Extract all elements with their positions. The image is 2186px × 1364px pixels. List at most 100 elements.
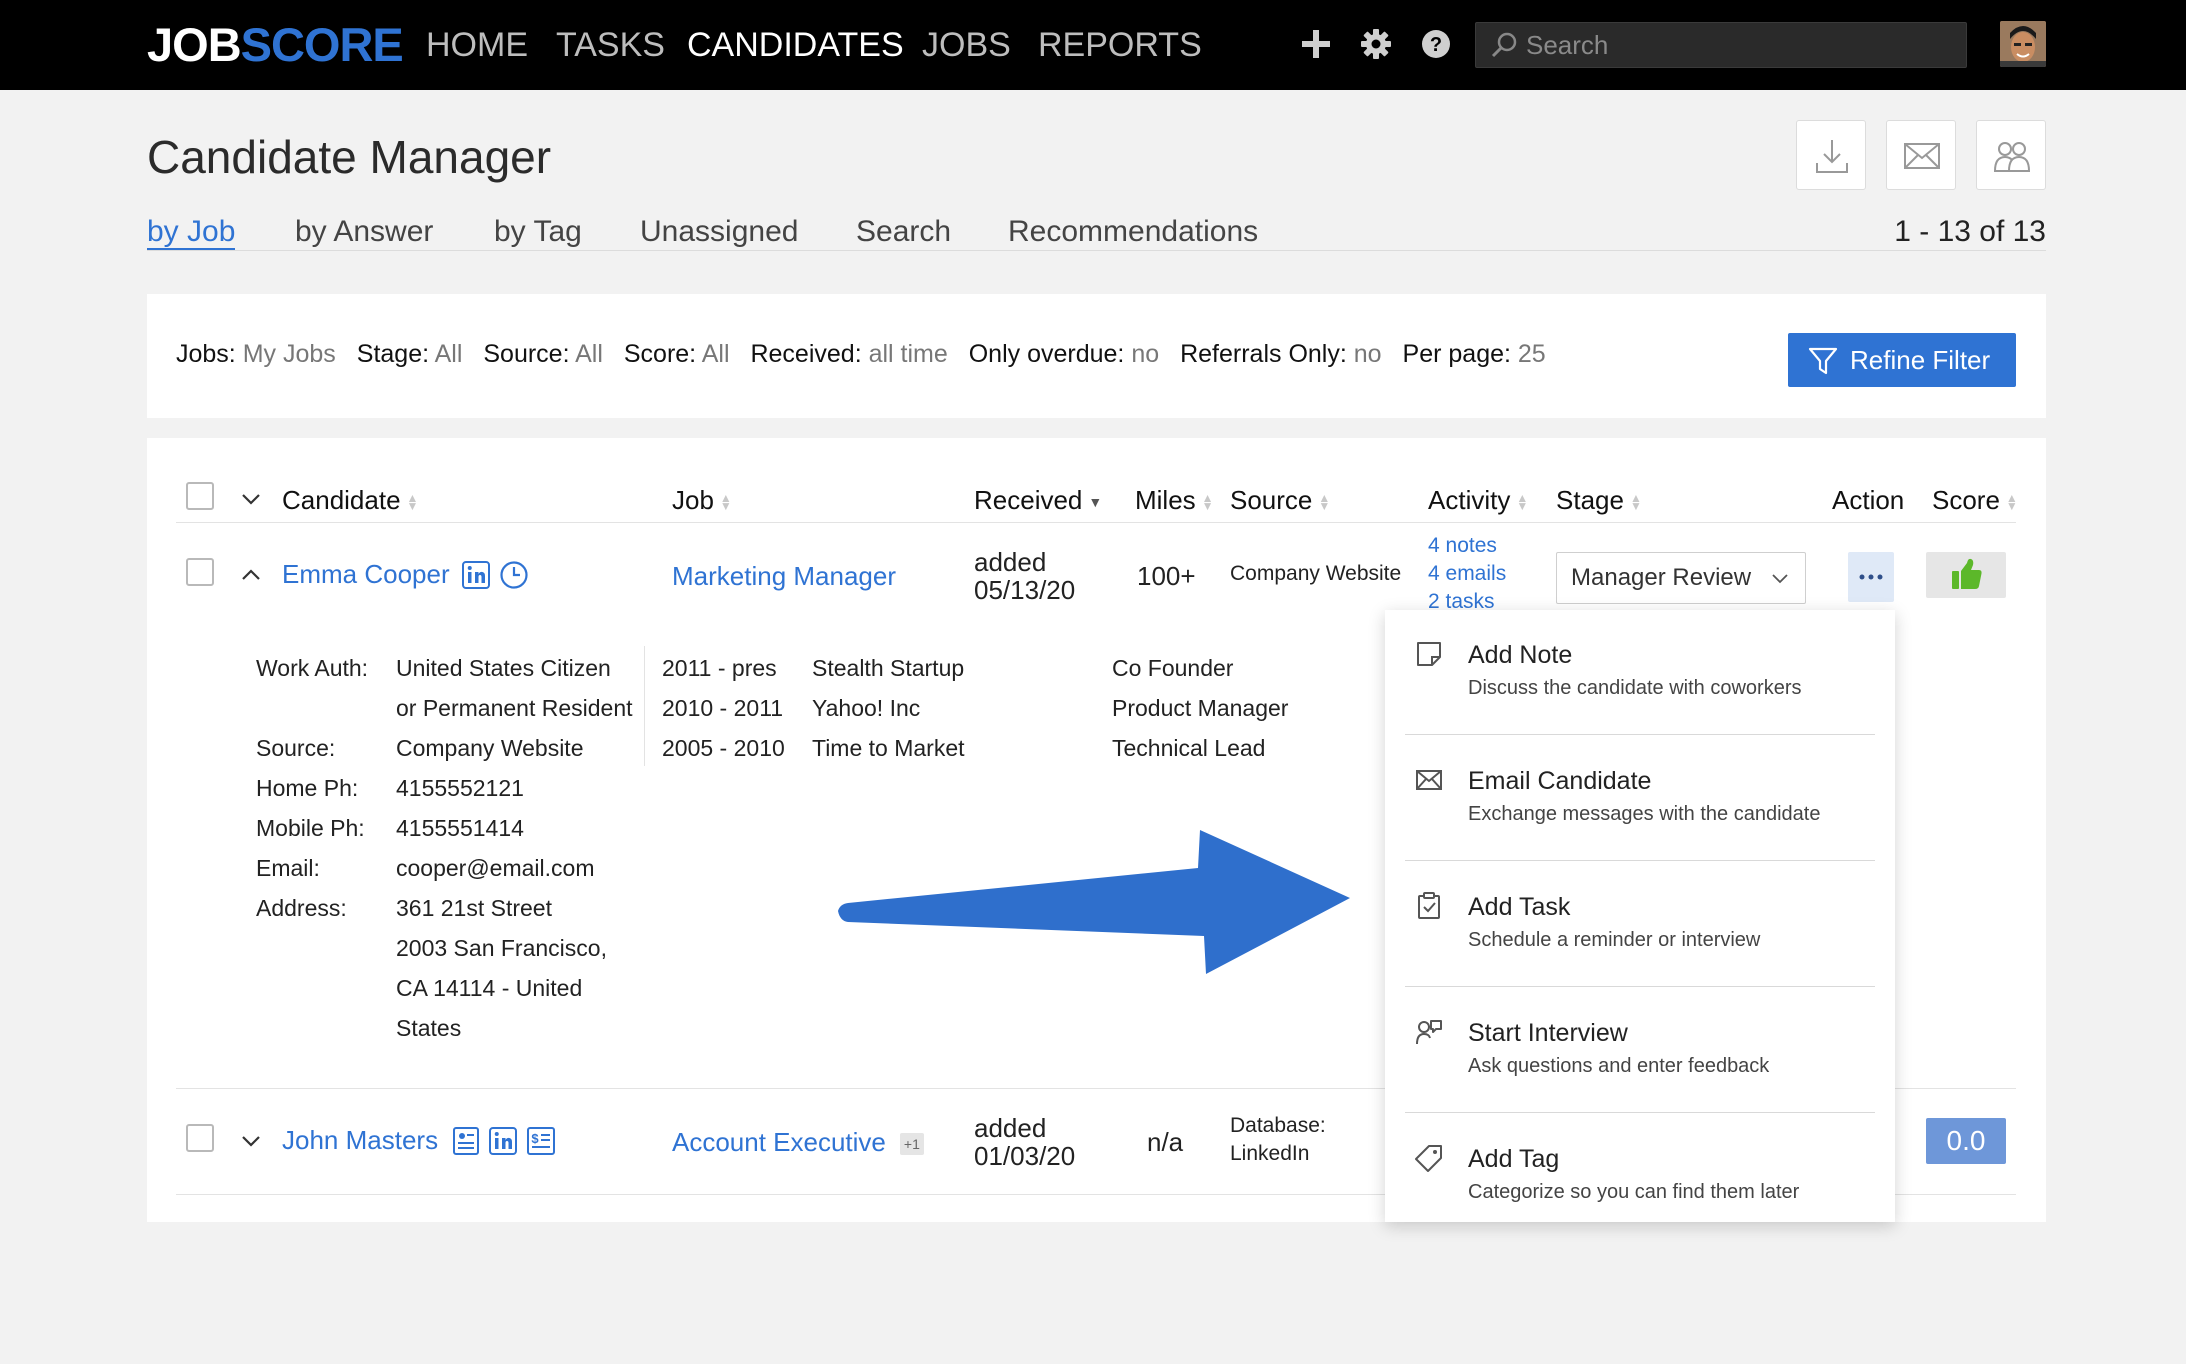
row-checkbox[interactable] [186, 1124, 214, 1152]
interview-icon [1416, 1020, 1442, 1045]
plus-icon[interactable] [1296, 22, 1336, 66]
collapse-row-chevron-icon[interactable] [238, 562, 264, 588]
col-source[interactable]: Source ▲ ▼ [1230, 483, 1330, 517]
nav-candidates[interactable]: CANDIDATES [687, 22, 904, 68]
filter-jobs-value: My Jobs [242, 340, 336, 368]
miles-value: n/a [1147, 1127, 1184, 1157]
menu-item-title: Add Note [1468, 641, 1573, 669]
email-button[interactable] [1886, 120, 1956, 190]
menu-item-start-interview[interactable]: Start Interview Ask questions and enter … [1405, 988, 1875, 1114]
source-value: Company Website [1230, 562, 1402, 585]
help-icon[interactable]: ? [1416, 22, 1456, 66]
nav-home[interactable]: HOME [426, 22, 528, 68]
detail-work-auth: United States Citizen [396, 655, 611, 681]
sort-icon: ▲ ▼ [1201, 491, 1214, 514]
col-activity[interactable]: Activity ▲ ▼ [1428, 483, 1528, 517]
nav-jobs[interactable]: JOBS [922, 22, 1011, 68]
detail-address-line3: CA 14114 - United [396, 975, 583, 1001]
resume-icon[interactable] [452, 1126, 480, 1156]
history-title: Co Founder [1112, 655, 1234, 681]
search-input[interactable] [1526, 23, 1956, 67]
global-search[interactable] [1475, 22, 1967, 68]
user-avatar[interactable] [2000, 21, 2046, 67]
history-years: 2005 - 2010 [662, 735, 785, 761]
tab-unassigned[interactable]: Unassigned [640, 212, 798, 252]
menu-item-add-tag[interactable]: Add Tag Categorize so you can find them … [1405, 1114, 1875, 1222]
additional-jobs-badge[interactable]: +1 [899, 1133, 924, 1156]
expand-row-chevron-icon[interactable] [238, 1128, 264, 1154]
menu-item-email-candidate[interactable]: Email Candidate Exchange messages with t… [1405, 736, 1875, 862]
callout-arrow [838, 830, 1350, 974]
nav-tasks[interactable]: TASKS [556, 22, 665, 68]
menu-divider [1405, 986, 1875, 987]
funnel-icon [1808, 347, 1838, 375]
menu-item-add-task[interactable]: Add Task Schedule a reminder or intervie… [1405, 862, 1875, 988]
linkedin-icon[interactable] [488, 1126, 518, 1156]
jobscore-logo[interactable]: JOBSCORE [147, 18, 404, 72]
menu-item-title: Add Tag [1468, 1145, 1560, 1173]
candidate-name-link[interactable]: Emma Cooper [282, 560, 450, 588]
download-icon [1816, 140, 1848, 173]
received-label: added [974, 1113, 1047, 1143]
select-all-checkbox[interactable] [186, 482, 214, 510]
job-link[interactable]: Marketing Manager [672, 562, 896, 590]
expand-all-chevron-icon[interactable] [238, 486, 264, 512]
menu-item-title: Email Candidate [1468, 767, 1652, 795]
col-stage[interactable]: Stage ▲ ▼ [1556, 483, 1642, 517]
detail-work-auth-cont: or Permanent Resident [396, 695, 633, 721]
source-value: LinkedIn [1230, 1142, 1310, 1165]
col-score[interactable]: Score ▲ ▼ [1932, 483, 2018, 517]
candidate-name-link[interactable]: John Masters [282, 1126, 438, 1154]
detail-label-source: Source: [256, 735, 336, 761]
tab-by-tag[interactable]: by Tag [494, 212, 582, 252]
tab-search[interactable]: Search [856, 212, 951, 252]
thumbs-up-icon [1952, 558, 1982, 589]
refine-filter-button[interactable]: Refine Filter [1788, 333, 2016, 387]
detail-mobile-phone: 4155551414 [396, 815, 524, 841]
menu-item-add-note[interactable]: Add Note Discuss the candidate with cowo… [1405, 610, 1875, 736]
group-button[interactable] [1976, 120, 2046, 190]
salary-icon[interactable]: $ [526, 1126, 556, 1156]
activity-notes-link[interactable]: 4 notes [1428, 532, 1497, 560]
linkedin-icon[interactable] [461, 560, 491, 590]
detail-label-address: Address: [256, 895, 347, 921]
pagination-count: 1 - 13 of 13 [1894, 215, 2046, 248]
filter-stage-label: Stage: [356, 340, 430, 368]
score-thumbs-up[interactable] [1926, 552, 2006, 598]
score-badge[interactable]: 0.0 [1926, 1118, 2006, 1164]
download-button[interactable] [1796, 120, 1866, 190]
action-menu-button[interactable] [1848, 552, 1894, 602]
col-candidate[interactable]: Candidate ▲ ▼ [282, 483, 418, 517]
envelope-icon [1416, 770, 1442, 790]
job-link[interactable]: Account Executive +1 [672, 1128, 924, 1156]
menu-item-subtitle: Exchange messages with the candidate [1468, 803, 1821, 825]
filter-received-label: Received: [750, 340, 862, 368]
received-date: 01/03/20 [974, 1141, 1076, 1171]
stage-select[interactable]: Manager Review [1556, 552, 1806, 604]
activity-emails-link[interactable]: 4 emails [1428, 560, 1506, 588]
tabs-divider [147, 250, 2046, 251]
menu-item-title: Add Task [1468, 893, 1571, 921]
menu-item-subtitle: Ask questions and enter feedback [1468, 1055, 1770, 1077]
row-checkbox[interactable] [186, 558, 214, 586]
gear-icon[interactable] [1356, 22, 1396, 66]
detail-email-link[interactable]: cooper@email.com [396, 848, 594, 888]
top-nav-bar: JOBSCORE HOME TASKS CANDIDATES JOBS REPO… [0, 0, 2186, 90]
tab-by-job[interactable]: by Job [147, 212, 235, 252]
tag-icon [1415, 1145, 1442, 1172]
clock-icon[interactable] [499, 560, 529, 590]
tab-recommendations[interactable]: Recommendations [1008, 212, 1258, 252]
tab-by-answer[interactable]: by Answer [295, 212, 433, 252]
nav-reports[interactable]: REPORTS [1038, 22, 1202, 68]
page-title: Candidate Manager [147, 131, 552, 183]
filter-jobs-label: Jobs: [176, 340, 236, 368]
menu-item-subtitle: Discuss the candidate with coworkers [1468, 677, 1802, 699]
col-miles[interactable]: Miles ▲ ▼ [1135, 483, 1214, 517]
col-received[interactable]: Received ▼ [974, 483, 1102, 517]
clipboard-icon [1418, 892, 1440, 919]
filter-perpage-label: Per page: [1402, 340, 1511, 368]
filter-score-value: All [701, 340, 730, 368]
col-job[interactable]: Job ▲ ▼ [672, 483, 732, 517]
note-icon [1417, 642, 1441, 666]
detail-label-home-phone: Home Ph: [256, 775, 359, 801]
